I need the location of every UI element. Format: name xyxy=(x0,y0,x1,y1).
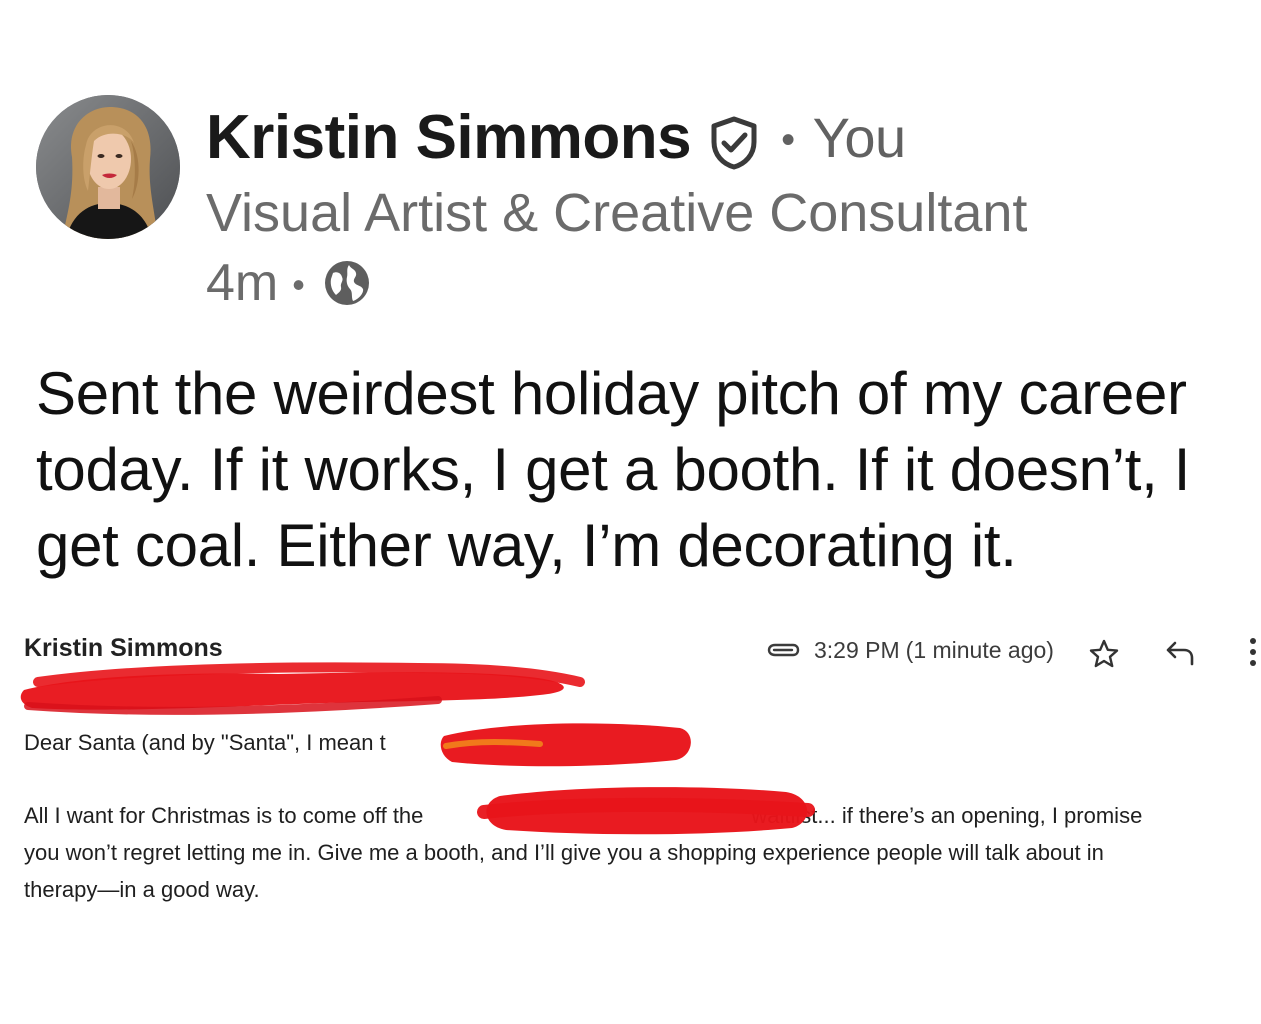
email-time-ago: (1 minute ago) xyxy=(905,636,1054,663)
star-icon[interactable] xyxy=(1088,638,1120,670)
email-body-line: you won’t regret letting me in. Give me … xyxy=(24,840,1104,865)
author-headline: Visual Artist & Creative Consultant xyxy=(206,183,1028,243)
email-meta: 3:29 PM (1 minute ago) xyxy=(764,632,1054,668)
email-body-line: All I want for Christmas is to come off … xyxy=(24,803,1254,829)
redaction-scribble xyxy=(20,662,585,715)
avatar[interactable] xyxy=(36,95,180,239)
email-body-line: therapy—in a good way. xyxy=(24,877,260,902)
shield-check-icon[interactable] xyxy=(709,114,759,170)
separator-dot: • xyxy=(292,264,305,305)
author-name-row: Kristin Simmons • You xyxy=(206,102,906,174)
author-name[interactable]: Kristin Simmons xyxy=(206,102,692,174)
email-time: 3:29 PM xyxy=(814,636,900,663)
post-text: Sent the weirdest holiday pitch of my ca… xyxy=(36,360,1191,579)
more-vert-icon[interactable] xyxy=(1247,636,1259,668)
paperclip-icon xyxy=(764,639,802,661)
email-sender: Kristin Simmons xyxy=(24,634,223,662)
separator-dot: • xyxy=(781,118,795,162)
globe-icon[interactable] xyxy=(323,259,371,307)
email-body-text: waitlist... if there’s an opening, I pro… xyxy=(751,803,1143,828)
email-body-text: All I want for Christmas is to come off … xyxy=(24,803,424,828)
reply-icon[interactable] xyxy=(1164,638,1196,668)
email-greeting: Dear Santa (and by "Santa", I mean t xyxy=(24,730,386,755)
post-time: 4m xyxy=(206,254,279,312)
connection-label: You xyxy=(812,106,907,169)
post-meta: 4m • xyxy=(206,250,371,316)
